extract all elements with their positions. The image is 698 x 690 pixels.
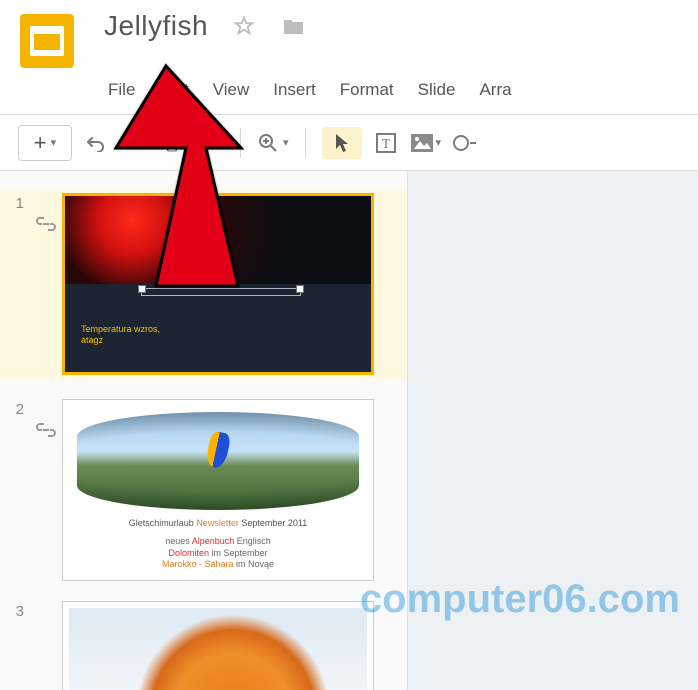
slide-thumb[interactable]: Temperatura wzros, atagz [62,193,374,375]
menu-insert[interactable]: Insert [273,80,316,100]
slide-thumbnail-1[interactable]: 1 Temperatura wzros, atagz [0,189,407,379]
dropdown-caret-icon[interactable]: ▾ [436,136,442,149]
slide-number: 2 [0,399,24,418]
menu-file[interactable]: File [108,80,135,100]
image-button[interactable]: ▾ [410,127,442,159]
new-slide-button[interactable]: + ▾ [18,125,72,161]
slide-canvas[interactable] [408,171,698,690]
slide2-caption: Gletschimurlaub Newsletter September 201… [63,518,373,528]
svg-text:T: T [381,137,390,152]
filmstrip-panel[interactable]: 1 Temperatura wzros, atagz 2 [0,171,408,690]
plus-icon: + [34,130,47,156]
menu-slide[interactable]: Slide [418,80,456,100]
slide-thumb[interactable] [62,601,374,690]
shape-button[interactable] [451,127,479,159]
zoom-control[interactable]: ▾ [257,132,289,154]
header-area: Jellyfish [0,0,698,68]
star-icon[interactable] [230,12,258,40]
slide-thumbnail-2[interactable]: 2 Gletschimurlaub Newsletter September 2… [0,399,407,581]
content-area: 1 Temperatura wzros, atagz 2 [0,170,698,690]
slide1-text: Temperatura wzros, atagz [81,324,160,346]
slides-app-icon[interactable] [20,14,74,68]
dropdown-caret-icon[interactable]: ▾ [283,136,289,149]
slide-number: 1 [0,193,24,212]
slide2-body: neues Alpenbuch Englisch Dolomiten im Se… [63,536,373,571]
menu-edit[interactable]: Edit [159,80,188,100]
link-icon [36,423,56,437]
toolbar-separator [305,128,306,158]
print-button[interactable] [158,127,186,159]
slide-number: 3 [0,601,24,620]
slide-thumb[interactable]: Gletschimurlaub Newsletter September 201… [62,399,374,581]
menu-arrange[interactable]: Arra [479,80,511,100]
toolbar: + ▾ ▾ T ▾ [0,114,698,170]
menu-bar: File Edit View Insert Format Slide Arra [108,80,698,108]
text-box-button[interactable]: T [372,127,400,159]
paint-format-button[interactable] [196,127,224,159]
cursor-icon [333,132,351,154]
link-icon [36,217,56,231]
move-folder-icon[interactable] [280,12,308,40]
menu-view[interactable]: View [213,80,250,100]
undo-button[interactable] [82,127,110,159]
toolbar-separator [240,128,241,158]
slide-thumbnail-3[interactable]: 3 [0,601,407,690]
dropdown-caret-icon[interactable]: ▾ [51,136,57,149]
document-title[interactable]: Jellyfish [104,10,208,42]
select-tool-button[interactable] [322,127,362,159]
menu-format[interactable]: Format [340,80,394,100]
zoom-in-icon [257,132,279,154]
